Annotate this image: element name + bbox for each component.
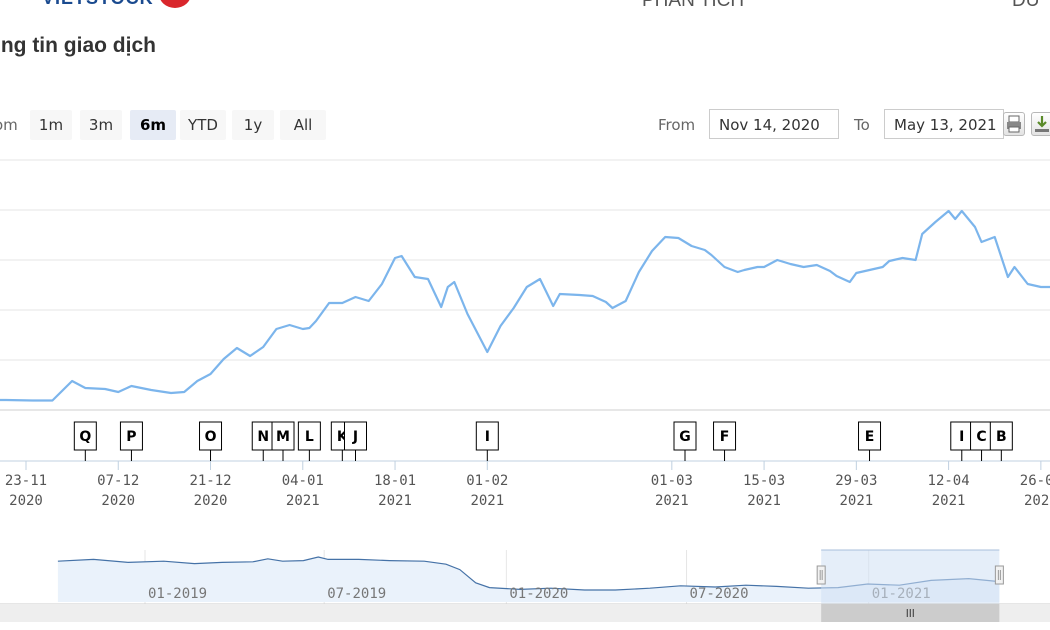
- price-line: [0, 209, 1050, 402]
- event-flag[interactable]: J: [344, 421, 367, 461]
- handle-grip: [994, 565, 1004, 585]
- handle-grip: [816, 565, 826, 585]
- x-tick-day: 01-03: [651, 473, 693, 489]
- event-flag-label: L: [305, 429, 314, 445]
- event-flag[interactable]: C: [970, 421, 994, 461]
- x-tick-day: 01-02: [466, 473, 508, 489]
- x-tick-day: 04-01: [282, 473, 324, 489]
- event-flag-label: J: [352, 429, 358, 445]
- event-flag-label: G: [679, 429, 691, 445]
- x-tick-year: 2021: [655, 493, 689, 509]
- event-flag[interactable]: P: [119, 421, 143, 461]
- x-tick-year: 2021: [839, 493, 873, 509]
- event-flag[interactable]: O: [199, 421, 223, 461]
- navigator-handle-left[interactable]: [816, 565, 826, 585]
- x-tick-day: 18-01: [374, 473, 416, 489]
- event-flag-label: E: [865, 429, 875, 445]
- event-flag[interactable]: Q: [73, 421, 97, 461]
- event-flags: QPONMLKJIGFEICBA: [73, 421, 1013, 461]
- event-flag[interactable]: I: [475, 421, 499, 461]
- x-tick-day: 23-11: [5, 473, 47, 489]
- x-tick-year: 2020: [9, 493, 43, 509]
- navigator-tick-label: 01-2019: [148, 586, 207, 602]
- event-flag[interactable]: N: [251, 421, 275, 461]
- event-flag[interactable]: I: [950, 421, 974, 461]
- x-tick-year: 2021: [932, 493, 966, 509]
- event-flag-label: I: [485, 429, 490, 445]
- navigator[interactable]: 01-201907-201901-202007-202001-2021: [0, 549, 1050, 622]
- x-tick-day: 21-12: [189, 473, 231, 489]
- event-flag[interactable]: E: [858, 421, 882, 461]
- event-flag[interactable]: F: [713, 421, 737, 461]
- x-tick-day: 15-03: [743, 473, 785, 489]
- event-flag[interactable]: G: [673, 421, 697, 461]
- event-flag-label: N: [257, 429, 269, 445]
- event-flag-label: O: [205, 429, 217, 445]
- navigator-handle-right[interactable]: [994, 565, 1004, 585]
- x-tick-year: 2020: [101, 493, 135, 509]
- event-flag-label: P: [126, 429, 136, 445]
- x-tick-year: 2021: [378, 493, 412, 509]
- event-flag-label: B: [996, 429, 1007, 445]
- x-tick-year: 2021: [1024, 493, 1050, 509]
- x-axis-ticks: 23-11 2020 07-12 2020 21-12 2020 04-01 2021 18-0…: [5, 461, 1050, 509]
- event-flag[interactable]: M: [271, 421, 295, 461]
- event-flag-label: F: [720, 429, 730, 445]
- x-tick-day: 26-04: [1020, 473, 1050, 489]
- event-flag[interactable]: L: [297, 421, 321, 461]
- x-tick-year: 2021: [747, 493, 781, 509]
- x-tick-year: 2021: [470, 493, 504, 509]
- event-flag[interactable]: B: [989, 421, 1013, 461]
- navigator-tick-label: 07-2019: [327, 586, 386, 602]
- navigator-tick-label: 01-2020: [509, 586, 568, 602]
- navigator-tick-label: 07-2020: [690, 586, 749, 602]
- x-tick-day: 29-03: [835, 473, 877, 489]
- x-tick-day: 12-04: [928, 473, 970, 489]
- x-tick-day: 07-12: [97, 473, 139, 489]
- event-flag-label: Q: [79, 429, 91, 445]
- x-tick-year: 2021: [286, 493, 320, 509]
- x-tick-year: 2020: [194, 493, 228, 509]
- price-chart: QPONMLKJIGFEICBA 23-11202007-12202021-12…: [0, 159, 1050, 622]
- event-flag-label: I: [959, 429, 964, 445]
- event-flag-label: M: [276, 429, 290, 445]
- event-flag-label: C: [976, 429, 986, 445]
- navigator-selection[interactable]: [821, 550, 1000, 604]
